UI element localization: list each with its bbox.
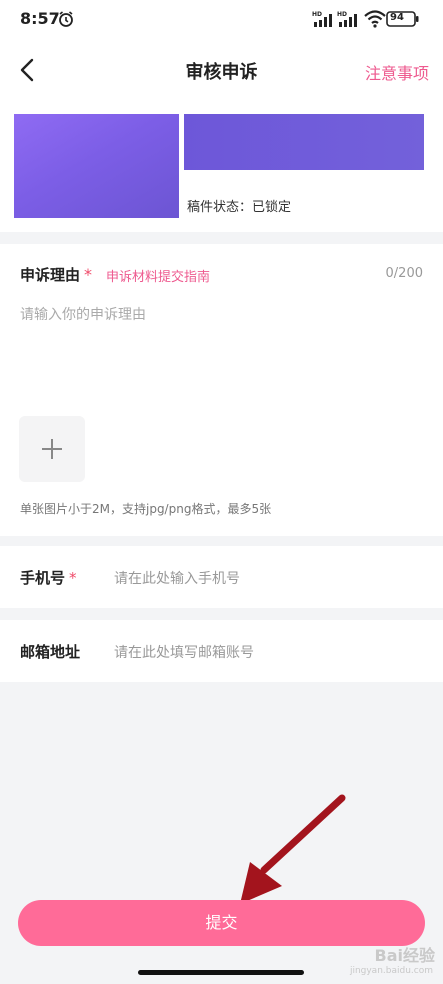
draft-status: 稿件状态：已锁定 <box>187 200 292 215</box>
draft-cover-image <box>14 114 179 218</box>
annotation-arrow <box>240 794 346 904</box>
char-counter: 0/200 <box>385 266 423 281</box>
nav-bar: 审核申诉 注意事项 <box>0 40 443 100</box>
required-mark: * <box>69 569 77 587</box>
draft-card: 稿件状态：已锁定 <box>0 100 443 232</box>
phone-label: 手机号 <box>20 569 66 587</box>
svg-text:HD: HD <box>312 11 322 18</box>
guide-link[interactable]: 申诉材料提交指南 <box>106 266 210 285</box>
reason-section: 申诉理由 * 申诉材料提交指南 0/200 请输入你的申诉理由 单张图片小于2M，… <box>0 244 443 536</box>
alarm-icon <box>59 11 73 27</box>
draft-title-image <box>184 114 424 170</box>
email-row: 邮箱地址 请在此处填写邮箱账号 <box>0 620 443 682</box>
email-input[interactable]: 请在此处填写邮箱账号 <box>114 642 254 662</box>
battery-icon: 94 <box>386 11 420 27</box>
phone-row: 手机号 * 请在此处输入手机号 <box>0 546 443 608</box>
notice-link[interactable]: 注意事项 <box>365 60 429 84</box>
phone-input[interactable]: 请在此处输入手机号 <box>114 568 240 588</box>
reason-textarea[interactable]: 请输入你的申诉理由 <box>20 304 146 324</box>
email-label: 邮箱地址 <box>20 643 81 661</box>
upload-hint: 单张图片小于2M，支持jpg/png格式，最多5张 <box>20 502 272 516</box>
reason-label: 申诉理由 <box>20 266 81 284</box>
watermark-url: jingyan.baidu.com <box>349 966 433 976</box>
svg-text:HD: HD <box>337 11 347 18</box>
plus-icon <box>42 439 62 459</box>
watermark: Bai经验 jingyan.baidu.com <box>347 938 437 982</box>
home-indicator[interactable] <box>138 970 304 975</box>
battery-level: 94 <box>390 12 404 23</box>
required-mark: * <box>84 265 93 284</box>
upload-image-button[interactable] <box>19 416 85 482</box>
status-time: 8:57 <box>20 9 60 28</box>
status-bar: 8:57 HD HD 94 <box>0 0 443 40</box>
wifi-icon <box>364 10 386 28</box>
signal-icon: HD <box>337 11 357 27</box>
watermark-logo: Bai经验 <box>374 946 435 965</box>
phone-label-group: 手机号 * <box>20 567 77 588</box>
signal-icon: HD <box>312 11 332 27</box>
reason-label-group: 申诉理由 * <box>20 264 92 285</box>
